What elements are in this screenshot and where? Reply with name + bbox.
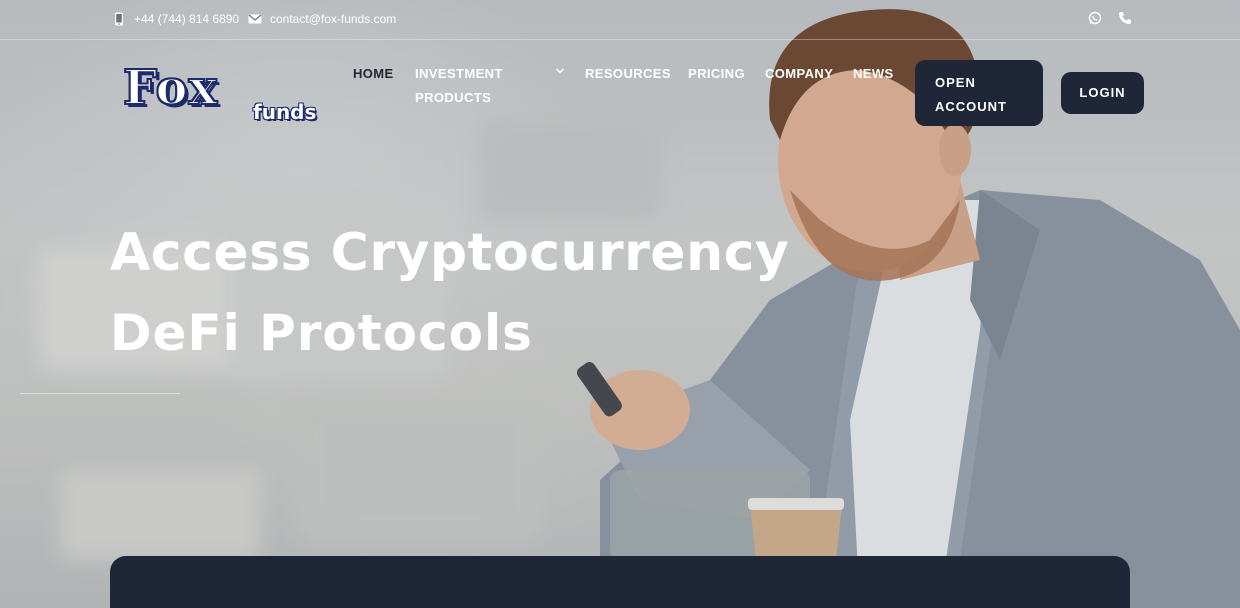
- nav-news[interactable]: NEWS: [853, 62, 894, 86]
- nav-resources[interactable]: RESOURCES: [585, 62, 671, 86]
- nav-pricing[interactable]: PRICING: [688, 62, 745, 86]
- login-button[interactable]: LOGIN: [1061, 72, 1144, 114]
- fox-funds-logo[interactable]: Fox funds: [122, 59, 331, 130]
- hero-divider: [20, 393, 180, 394]
- bottom-panel: [110, 556, 1130, 608]
- contact-email-text: contact@fox-funds.com: [270, 12, 397, 26]
- mobile-phone-icon: [115, 12, 123, 26]
- nav-company[interactable]: COMPANY: [765, 62, 833, 86]
- whatsapp-icon[interactable]: [1088, 11, 1102, 25]
- contact-email[interactable]: contact@fox-funds.com: [248, 12, 396, 26]
- hero-subheadline: DeFi Protocols: [110, 304, 533, 362]
- logo-wordmark-funds: funds: [253, 100, 317, 124]
- social-links: [1088, 11, 1132, 25]
- contact-phone[interactable]: +44 (744) 814 6890: [112, 12, 239, 26]
- open-account-button[interactable]: OPEN ACCOUNT: [915, 60, 1043, 126]
- top-contact-bar: +44 (744) 814 6890 contact@fox-funds.com: [0, 0, 1240, 40]
- envelope-icon: [248, 14, 262, 24]
- nav-investment-products[interactable]: INVESTMENT PRODUCTS: [415, 62, 525, 110]
- chevron-down-icon[interactable]: [555, 66, 565, 76]
- hero-headline: Access Cryptocurrency: [110, 223, 790, 283]
- contact-phone-text: +44 (744) 814 6890: [134, 12, 240, 26]
- nav-home[interactable]: HOME: [353, 62, 394, 86]
- phone-icon[interactable]: [1118, 11, 1132, 25]
- logo-wordmark-fox: Fox: [122, 59, 219, 117]
